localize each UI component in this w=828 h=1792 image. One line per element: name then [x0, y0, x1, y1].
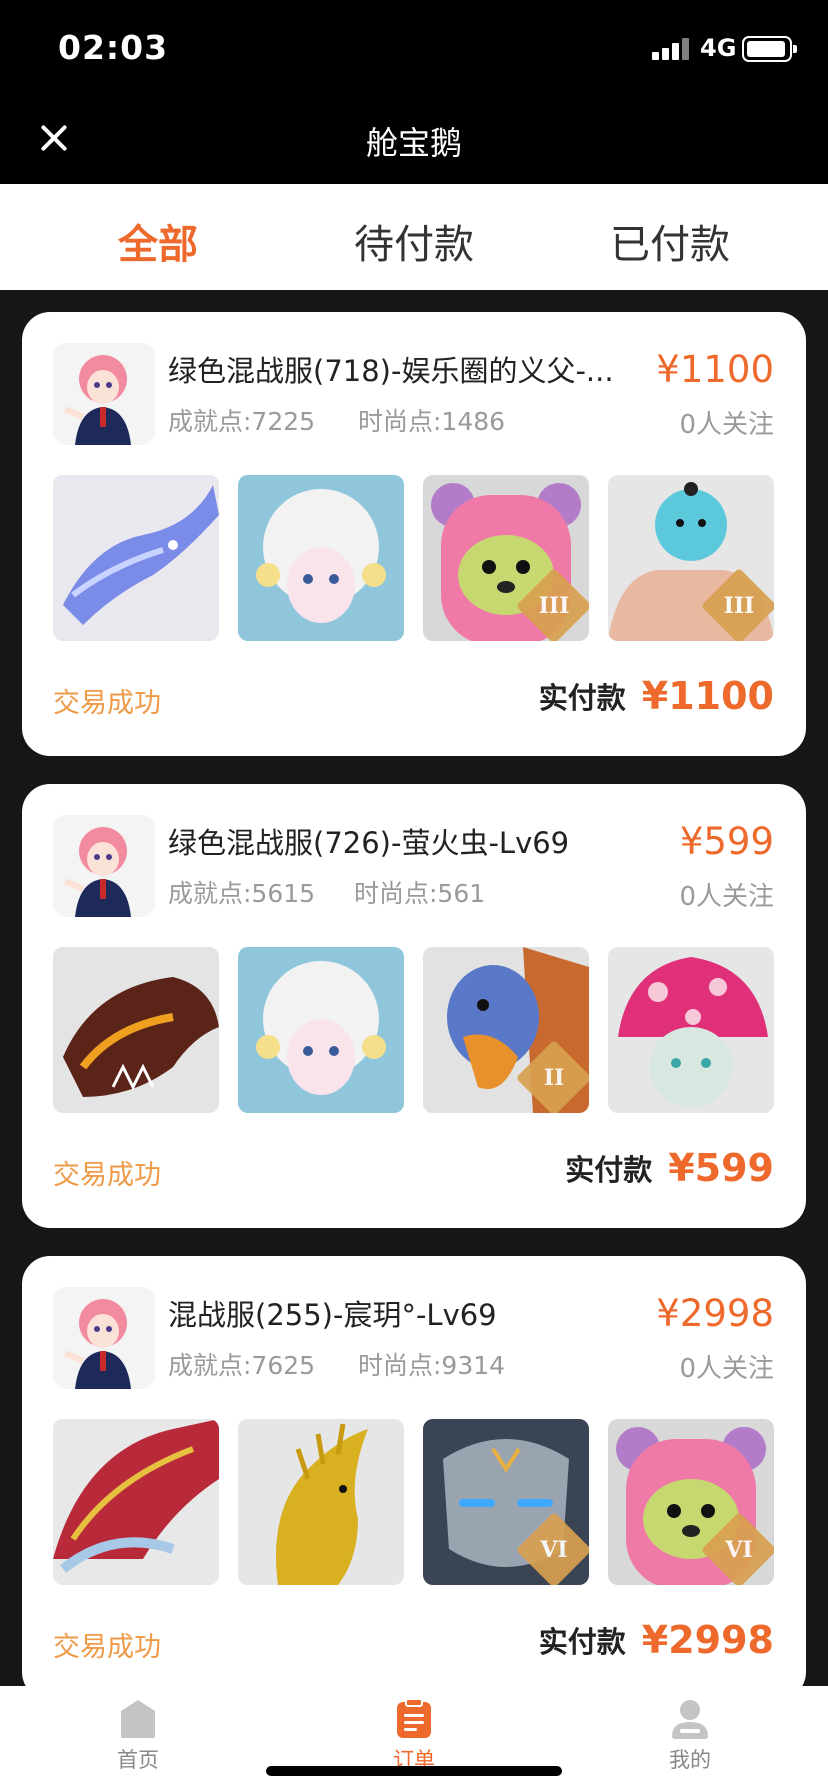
- item-thumbnail[interactable]: [238, 947, 404, 1113]
- paid-amount: 实付款 ¥2998: [539, 1618, 774, 1662]
- character-avatar-icon: [53, 343, 155, 445]
- order-price: ¥1100: [656, 348, 774, 391]
- paid-value: ¥599: [668, 1146, 774, 1190]
- signal-icon: [652, 36, 692, 60]
- order-icon: [397, 1698, 431, 1738]
- paid-amount: 实付款 ¥1100: [539, 674, 774, 718]
- avatar: [53, 1287, 155, 1389]
- tier-badge-label: III: [723, 593, 755, 619]
- tier-badge-label: II: [543, 1065, 565, 1091]
- character-avatar-icon: [53, 1287, 155, 1389]
- tier-badge-label: VI: [725, 1537, 753, 1563]
- tab-home[interactable]: 首页: [78, 1696, 198, 1774]
- order-title: 绿色混战服(718)-娱乐圈的义父-...: [168, 354, 614, 388]
- white-hair-doll-icon: [238, 475, 404, 641]
- item-thumbnail[interactable]: III: [608, 475, 774, 641]
- battery-icon: [742, 36, 797, 62]
- order-status: 交易成功: [53, 1632, 161, 1663]
- network-type: 4G: [700, 34, 737, 62]
- achievement-points: 成就点:5615: [168, 879, 316, 908]
- item-thumbnail[interactable]: III: [423, 475, 589, 641]
- item-thumbnail[interactable]: [53, 947, 219, 1113]
- avatar: [53, 815, 155, 917]
- blue-dragon-icon: [53, 475, 219, 641]
- paid-label: 实付款: [538, 1625, 626, 1659]
- item-thumbnail[interactable]: [53, 475, 219, 641]
- paid-value: ¥2998: [641, 1618, 774, 1662]
- paid-label: 实付款: [538, 681, 626, 715]
- status-time: 02:03: [58, 28, 169, 67]
- nav-bar: 舱宝鹅: [0, 92, 828, 184]
- fashion-points: 时尚点:1486: [358, 407, 506, 436]
- home-icon: [121, 1700, 155, 1738]
- fire-dragon-icon: [53, 947, 219, 1113]
- paid-value: ¥1100: [641, 674, 774, 718]
- item-thumbnail[interactable]: [238, 475, 404, 641]
- item-thumbnail[interactable]: [53, 1419, 219, 1585]
- tab-orders[interactable]: 订单: [354, 1696, 474, 1774]
- order-title: 绿色混战服(726)-萤火虫-Lv69: [168, 826, 570, 860]
- follower-count: 0人关注: [679, 410, 774, 440]
- order-tabs: 全部 待付款 已付款: [0, 184, 828, 290]
- home-indicator[interactable]: [266, 1766, 562, 1776]
- follower-count: 0人关注: [679, 882, 774, 912]
- tab-pending-payment[interactable]: 待付款: [294, 212, 534, 270]
- tab-label: 我的: [669, 1748, 711, 1772]
- character-avatar-icon: [53, 815, 155, 917]
- item-thumbnail[interactable]: [238, 1419, 404, 1585]
- avatar: [53, 343, 155, 445]
- order-card[interactable]: 绿色混战服(718)-娱乐圈的义父-... 成就点:7225 时尚点:1486 …: [22, 312, 806, 756]
- bottom-tab-bar: 首页 订单 我的: [0, 1686, 828, 1792]
- item-thumbnail[interactable]: [608, 947, 774, 1113]
- follower-count: 0人关注: [679, 1354, 774, 1384]
- page-title: 舱宝鹅: [365, 124, 462, 162]
- order-price: ¥2998: [656, 1292, 774, 1335]
- item-thumbnail[interactable]: VI: [423, 1419, 589, 1585]
- order-status: 交易成功: [53, 1160, 161, 1191]
- profile-icon: [672, 1700, 708, 1739]
- item-thumbnail[interactable]: VI: [608, 1419, 774, 1585]
- tier-badge-label: VI: [540, 1537, 568, 1563]
- white-hair-doll-icon: [238, 947, 404, 1113]
- order-card[interactable]: 绿色混战服(726)-萤火虫-Lv69 成就点:5615 时尚点:561 ¥59…: [22, 784, 806, 1228]
- fashion-points: 时尚点:561: [354, 879, 486, 908]
- tab-label: 首页: [117, 1748, 159, 1772]
- tier-badge-label: III: [538, 593, 570, 619]
- order-status: 交易成功: [53, 688, 161, 719]
- achievement-points: 成就点:7225: [168, 407, 316, 436]
- order-title: 混战服(255)-宸玥°-Lv69: [168, 1298, 497, 1332]
- order-card[interactable]: 混战服(255)-宸玥°-Lv69 成就点:7625 时尚点:9314 ¥299…: [22, 1256, 806, 1700]
- achievement-points: 成就点:7625: [168, 1351, 316, 1380]
- tab-paid[interactable]: 已付款: [550, 212, 790, 270]
- mushroom-icon: [608, 947, 774, 1113]
- item-thumbnail[interactable]: II: [423, 947, 589, 1113]
- tab-all[interactable]: 全部: [38, 212, 278, 270]
- status-bar: 02:03 4G: [0, 0, 828, 92]
- gold-phoenix-icon: [238, 1419, 404, 1585]
- paid-amount: 实付款 ¥599: [565, 1146, 774, 1190]
- order-price: ¥599: [679, 820, 774, 863]
- red-dragon-icon: [53, 1419, 219, 1585]
- paid-label: 实付款: [565, 1153, 653, 1187]
- tab-profile[interactable]: 我的: [630, 1696, 750, 1774]
- fashion-points: 时尚点:9314: [358, 1351, 506, 1380]
